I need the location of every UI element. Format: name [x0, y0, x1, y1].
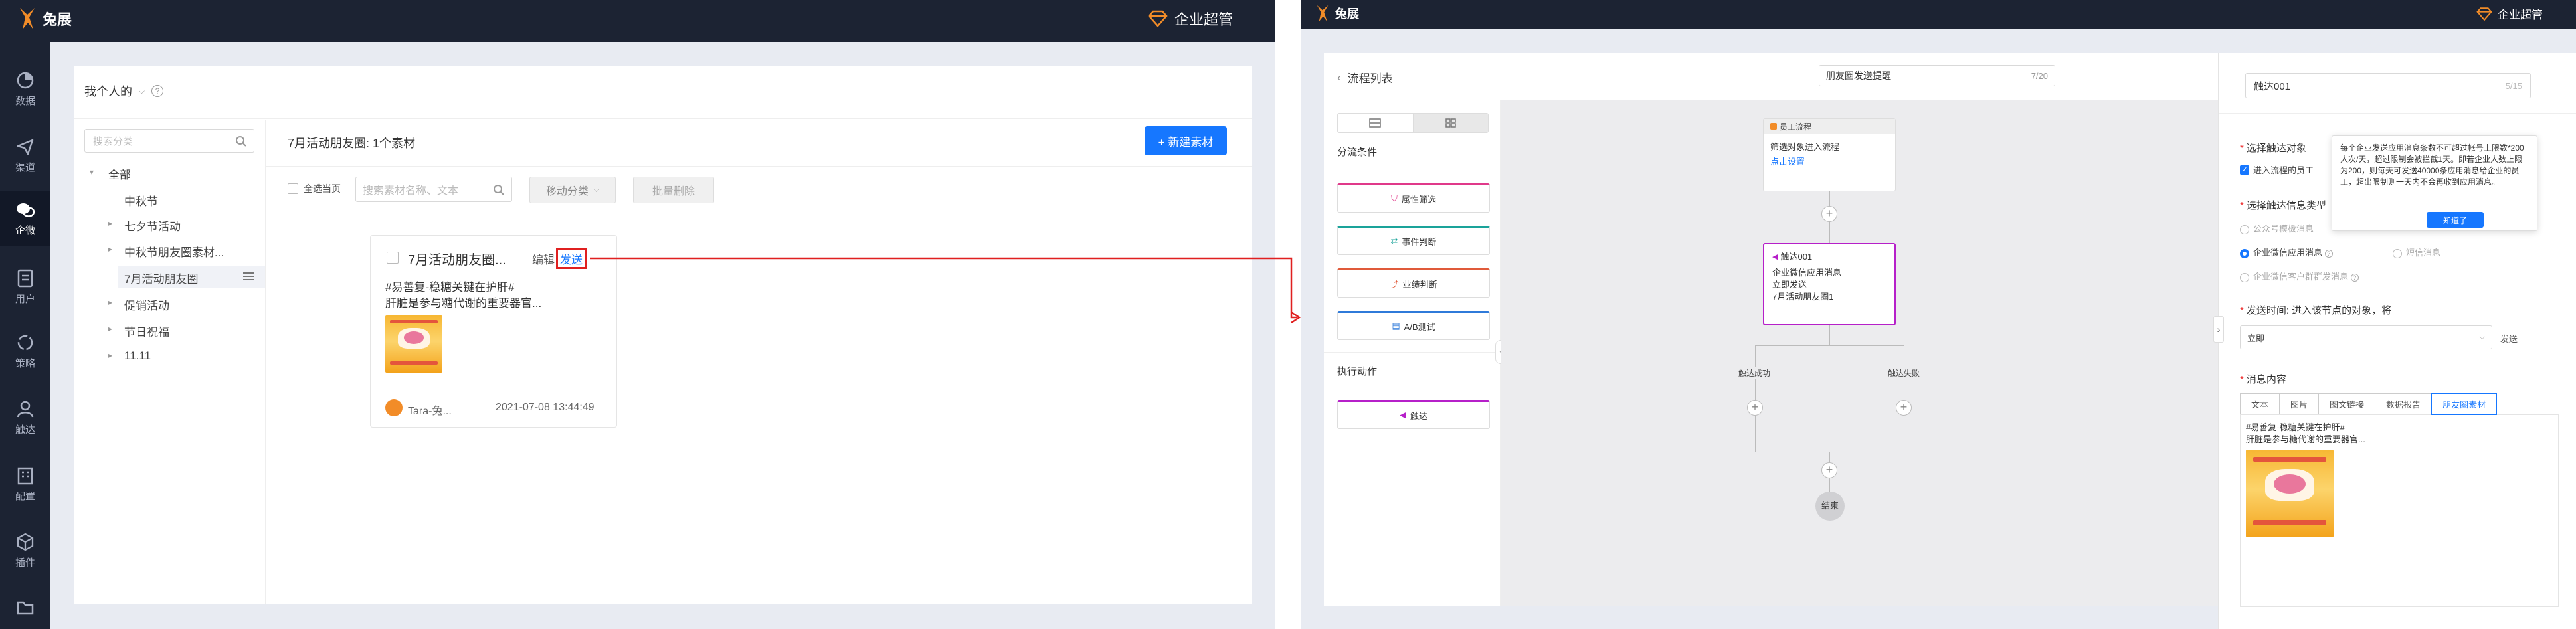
channel-label: * 选择触达信息类型: [2240, 200, 2326, 211]
palette-item-ab-test[interactable]: ▤ A/B测试: [1337, 311, 1490, 340]
palette-item-event-judge[interactable]: ⇄ 事件判断: [1337, 226, 1490, 255]
add-node-button[interactable]: +: [1821, 462, 1837, 478]
target-option-checkbox[interactable]: ✓ 进入流程的员工: [2240, 163, 2314, 176]
channel-option[interactable]: 公众号模板消息: [2240, 222, 2314, 234]
rate-limit-tooltip: 每个企业发送应用消息条数不可超过帐号上限数*200人次/天，超过限制会被拦截1天…: [2332, 135, 2537, 231]
palette-item-performance-judge[interactable]: ⤴ 业绩判断: [1337, 268, 1490, 298]
tooltip-ok-button[interactable]: 知道了: [2427, 212, 2484, 228]
tab-article-link[interactable]: 图文链接: [2318, 393, 2376, 415]
help-icon[interactable]: ?: [2350, 274, 2359, 282]
target-label: * 选择触达对象: [2240, 143, 2306, 154]
palette-view-toggle[interactable]: [1337, 113, 1489, 133]
start-node[interactable]: 员工流程 筛选对象进入流程 点击设置: [1763, 118, 1896, 191]
checkbox-checked-icon[interactable]: ✓: [2240, 165, 2249, 175]
add-node-button[interactable]: +: [1747, 400, 1763, 416]
divider: [2219, 113, 2576, 114]
tab-data-report[interactable]: 数据报告: [2375, 393, 2433, 415]
node-palette: 分流条件 ⛉属性筛选 ⇄事件判断 ⤴业绩判断 ▤A/B测试 执行动作 ◀触达 ‹: [1324, 100, 1506, 606]
content-preview: #易善复-稳糖关键在护肝# 肝脏是参与糖代谢的重要器官...: [2240, 414, 2559, 607]
ab-icon: ▤: [1392, 321, 1400, 331]
start-setting-link[interactable]: 点击设置: [1770, 155, 1888, 169]
channel-option[interactable]: 企业微信应用消息 ?: [2240, 246, 2333, 258]
flow-editor-screen: 兔展 企业超管 ‹ 流程列表 朋友圈发送提醒 7/20 分流条件 ⛉ 属性筛选 …: [1301, 0, 2576, 629]
add-node-button[interactable]: +: [1821, 206, 1837, 222]
node-config-panel: 触达001 5/15 * 选择触达对象 ✓ 进入流程的员工 * 选择触达信息类型 公…: [2213, 53, 2576, 629]
palette-item-touch[interactable]: ◀ 触达: [1337, 400, 1490, 429]
send-time-label: * 发送时间: 进入该节点的对象，将: [2240, 305, 2392, 316]
tab-image[interactable]: 图片: [2279, 393, 2320, 415]
radio[interactable]: [2393, 248, 2402, 258]
megaphone-icon: ◀: [1772, 253, 1778, 261]
employee-flow-icon: [1770, 123, 1777, 130]
radio-selected[interactable]: [2240, 248, 2249, 258]
flow-name-input[interactable]: 朋友圈发送提醒 7/20: [1819, 65, 2055, 86]
palette-item-attribute-filter[interactable]: ⛉ 属性筛选: [1337, 183, 1490, 213]
content-tabs: 文本 图片 图文链接 数据报告 朋友圈素材: [2240, 393, 2498, 415]
content-poster-image[interactable]: [2246, 450, 2334, 537]
action-section-title: 执行动作: [1337, 366, 1378, 377]
end-node[interactable]: 结束: [1815, 492, 1845, 521]
divider: [1324, 352, 1501, 353]
tab-text[interactable]: 文本: [2240, 393, 2280, 415]
branch-success-label: 触达成功: [1738, 367, 1771, 379]
grid-view-icon[interactable]: [1413, 114, 1488, 132]
editor-header: ‹ 流程列表 朋友圈发送提醒 7/20: [1324, 53, 2218, 100]
radio[interactable]: [2240, 272, 2249, 282]
rabbit-logo-icon: [1317, 5, 1329, 22]
event-icon: ⇄: [1390, 236, 1398, 246]
chevron-down-icon: ⌵: [2479, 333, 2485, 341]
node-name-input[interactable]: 触达001 5/15: [2245, 73, 2531, 98]
filter-section-title: 分流条件: [1337, 147, 1378, 158]
diamond-icon: [2476, 7, 2492, 21]
send-time-select[interactable]: 立即 ⌵: [2240, 325, 2492, 349]
top-bar: 兔展 企业超管: [1301, 0, 2576, 29]
channel-option[interactable]: 企业微信客户群群发消息 ?: [2240, 270, 2359, 282]
filter-icon: ⛉: [1391, 193, 1398, 203]
list-view-icon[interactable]: [1338, 114, 1414, 132]
add-node-button[interactable]: +: [1896, 400, 1912, 416]
content-label: * 消息内容: [2240, 374, 2286, 385]
send-suffix-label: 发送: [2500, 334, 2518, 344]
tab-moments-material[interactable]: 朋友圈素材: [2431, 393, 2498, 415]
chevron-left-icon: ‹: [1337, 70, 1341, 84]
back-to-flow-list[interactable]: ‹ 流程列表: [1337, 69, 1393, 86]
branch-fail-label: 触达失败: [1888, 367, 1920, 379]
touch-node[interactable]: ◀ 触达001 企业微信应用消息 立即发送 7月活动朋友圈1: [1763, 243, 1896, 325]
app-logo[interactable]: 兔展: [1314, 3, 1359, 24]
enterprise-admin-badge[interactable]: 企业超管: [2476, 5, 2543, 22]
sms-option[interactable]: 短信消息: [2393, 246, 2440, 258]
panel-expand-handle-icon[interactable]: ›: [2213, 316, 2224, 343]
megaphone-icon: ◀: [1399, 410, 1406, 420]
help-icon[interactable]: ?: [2324, 250, 2333, 258]
radio[interactable]: [2240, 225, 2249, 234]
flow-canvas[interactable]: 员工流程 筛选对象进入流程 点击设置 + ◀ 触达001 企业微信应用消息 立即…: [1501, 100, 2218, 606]
chart-icon: ⤴: [1390, 279, 1399, 290]
